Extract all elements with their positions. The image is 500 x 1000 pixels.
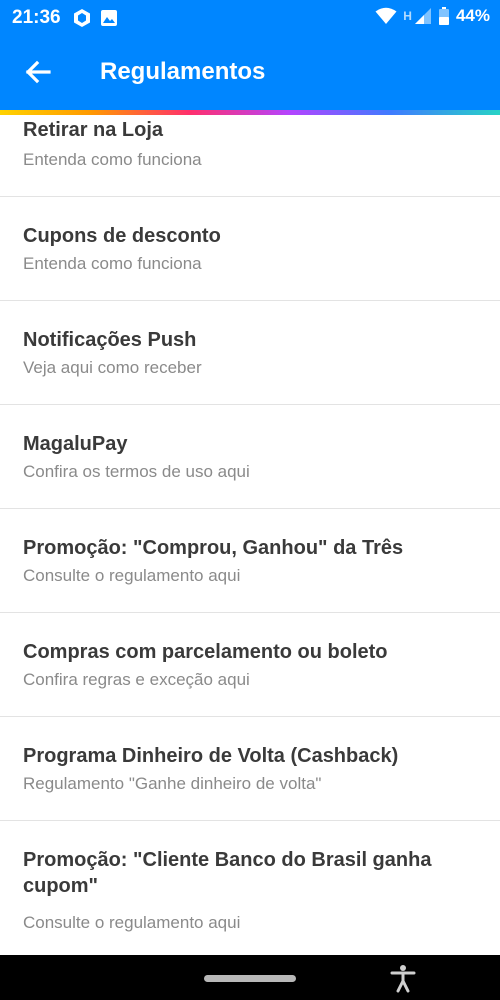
notification-icons <box>72 8 118 28</box>
wifi-icon <box>375 7 397 24</box>
list-item-compras-parcelamento[interactable]: Compras com parcelamento ou boleto Confi… <box>0 613 500 717</box>
list-item-title: Cupons de desconto <box>23 225 221 247</box>
status-right-group: H 44% <box>375 6 490 26</box>
accessibility-icon[interactable] <box>388 963 418 993</box>
list-item-magalupay[interactable]: MagaluPay Confira os termos de uso aqui <box>0 405 500 509</box>
list-item-banco-do-brasil[interactable]: Promoção: "Cliente Banco do Brasil ganha… <box>0 821 500 949</box>
back-button[interactable] <box>18 52 58 92</box>
list-item-title: Promoção: "Comprou, Ganhou" da Três <box>23 537 404 559</box>
list-item-title: Retirar na Loja <box>23 119 164 141</box>
battery-icon <box>438 7 449 25</box>
list-item-subtitle: Entenda como funciona <box>23 150 202 169</box>
list-item-cashback[interactable]: Programa Dinheiro de Volta (Cashback) Re… <box>0 717 500 821</box>
app-notification-icon <box>74 9 90 27</box>
list-item-title: MagaluPay <box>23 433 128 455</box>
list-item-subtitle: Confira regras e exceção aqui <box>23 670 250 689</box>
list-item-subtitle: Regulamento "Ganhe dinheiro de volta" <box>23 774 322 793</box>
list-item-subtitle: Consulte o regulamento aqui <box>23 913 241 932</box>
page-title: Regulamentos <box>100 58 266 85</box>
arrow-back-icon <box>25 60 51 84</box>
battery-percent: 44% <box>455 6 490 25</box>
status-time: 21:36 <box>12 7 61 28</box>
list-item-title: Programa Dinheiro de Volta (Cashback) <box>23 745 399 767</box>
network-type-label: H <box>403 9 412 23</box>
app-bar: Regulamentos <box>0 34 500 112</box>
list-item-subtitle: Confira os termos de uso aqui <box>23 462 250 481</box>
list-item-retirar-na-loja[interactable]: Retirar na Loja Entenda como funciona <box>0 115 500 197</box>
list-item-promocao-comprou-ganhou[interactable]: Promoção: "Comprou, Ganhou" da Três Cons… <box>0 509 500 613</box>
image-notification-icon <box>101 10 117 26</box>
list-item-subtitle: Consulte o regulamento aqui <box>23 566 241 585</box>
list-item-cupons-de-desconto[interactable]: Cupons de desconto Entenda como funciona <box>0 197 500 301</box>
list-item-title: Notificações Push <box>23 329 197 351</box>
regulations-list: Retirar na Loja Entenda como funciona Cu… <box>0 115 500 949</box>
list-item-subtitle: Veja aqui como receber <box>23 358 202 377</box>
system-nav-bar <box>0 955 500 1000</box>
list-item-subtitle: Entenda como funciona <box>23 254 202 273</box>
status-bar: 21:36 H 44% <box>0 0 500 34</box>
list-item-notificacoes-push[interactable]: Notificações Push Veja aqui como receber <box>0 301 500 405</box>
list-item-title: Compras com parcelamento ou boleto <box>23 641 388 663</box>
list-item-title: Promoção: "Cliente Banco do Brasil ganha… <box>23 849 432 897</box>
home-gesture-pill[interactable] <box>204 975 296 982</box>
cellular-signal-icon <box>414 8 431 24</box>
